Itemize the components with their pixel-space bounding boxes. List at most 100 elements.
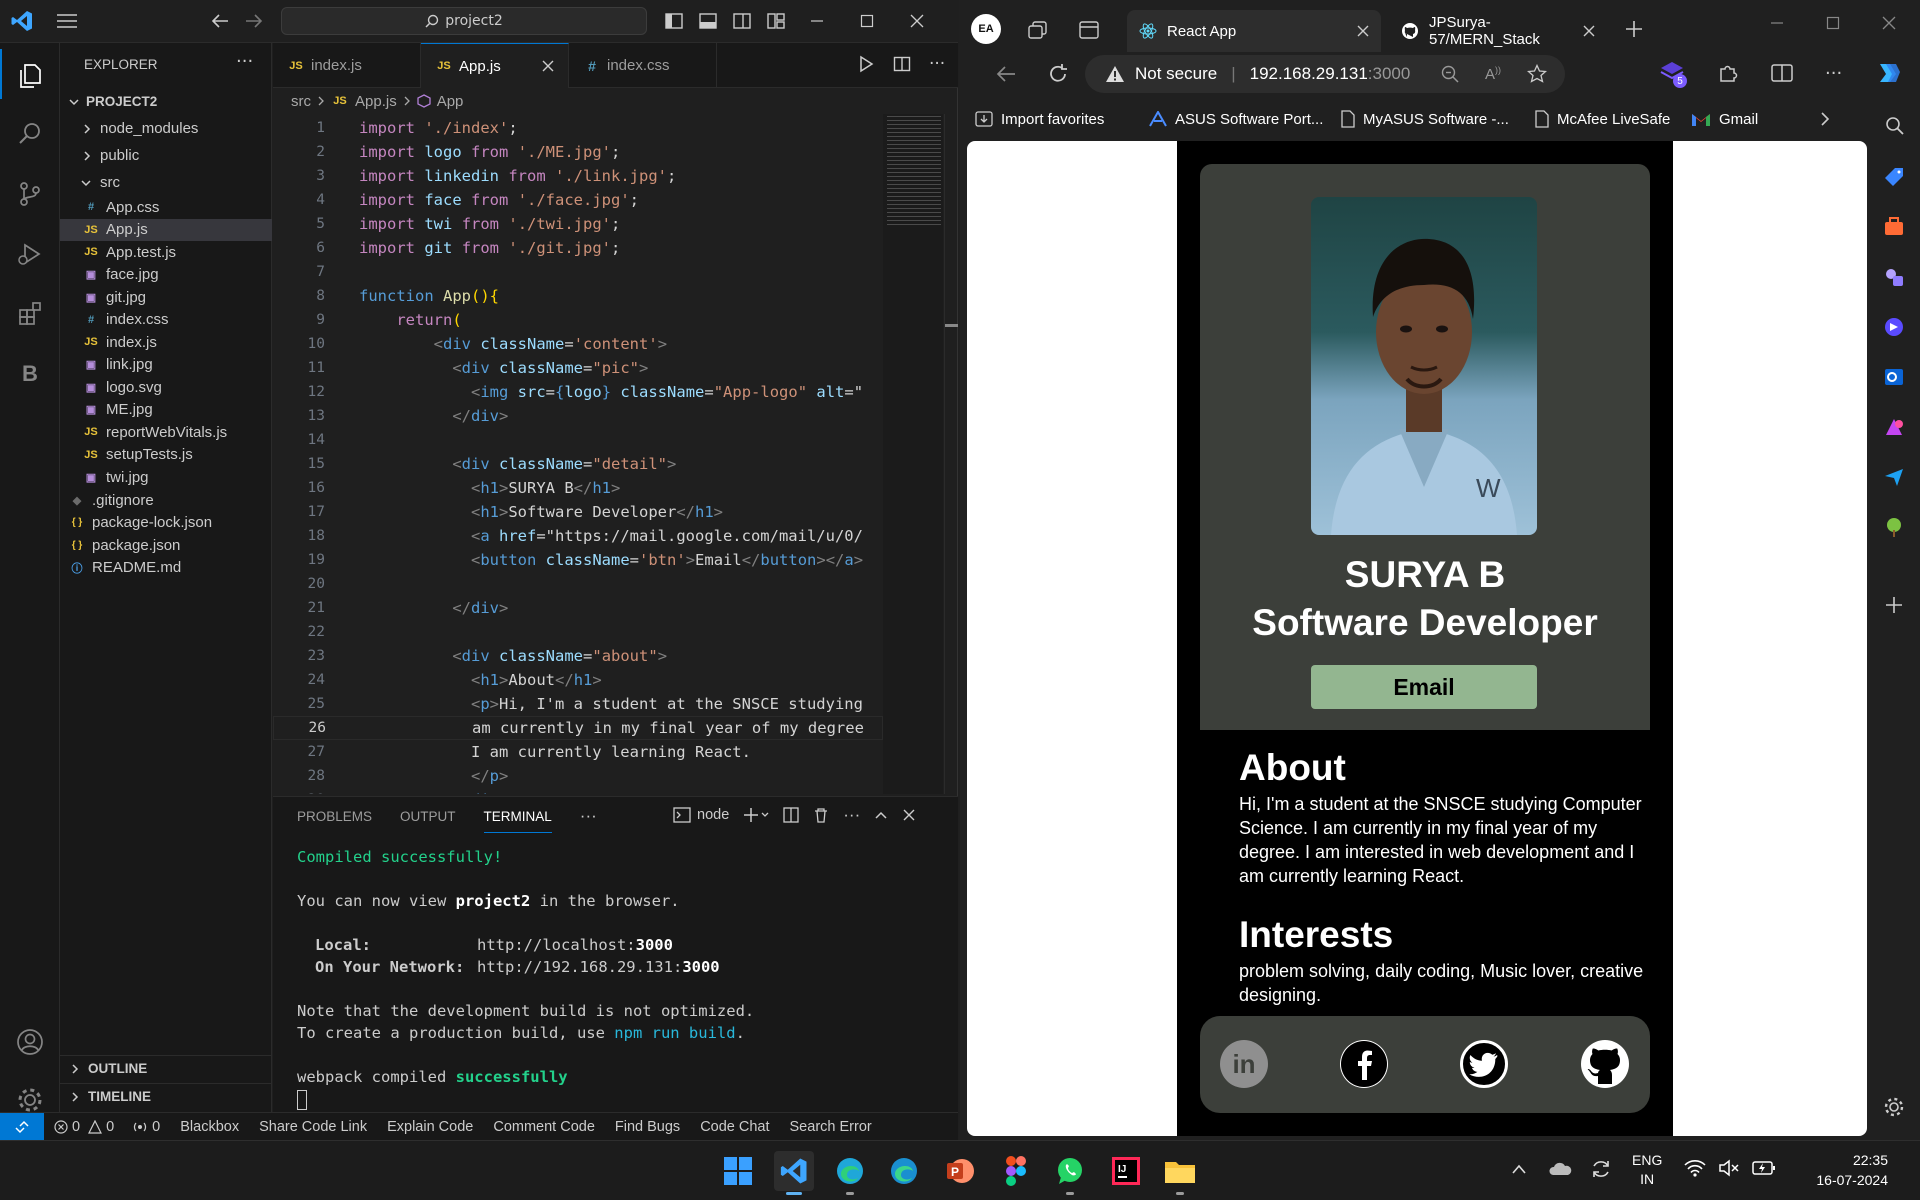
status-item-find-bugs[interactable]: Find Bugs xyxy=(615,1119,680,1135)
favorite-import[interactable]: Import favorites xyxy=(975,100,1104,138)
email-button[interactable]: Email xyxy=(1311,665,1537,709)
status-item-code-chat[interactable]: Code Chat xyxy=(700,1119,769,1135)
command-center-search[interactable]: project2 xyxy=(281,7,647,35)
code-line[interactable]: 14 xyxy=(273,428,883,452)
timeline-section[interactable]: TIMELINE xyxy=(60,1083,272,1110)
send-icon[interactable] xyxy=(1883,466,1905,488)
file-index-js[interactable]: JS index.js xyxy=(60,331,272,354)
close-icon[interactable] xyxy=(1861,16,1917,30)
quick-settings[interactable] xyxy=(1684,1159,1776,1177)
tab-react-app[interactable]: React App xyxy=(1127,10,1381,52)
terminal-shell-selector[interactable]: node xyxy=(673,807,729,823)
search-icon[interactable] xyxy=(0,107,60,161)
twitter-icon[interactable] xyxy=(1460,1040,1508,1088)
show-hidden-chevron-icon[interactable] xyxy=(1512,1163,1526,1175)
new-tab-icon[interactable] xyxy=(1625,20,1643,38)
taskbar-file-explorer-icon[interactable] xyxy=(1160,1151,1200,1195)
code-line[interactable]: 6 import git from './git.jpg'; xyxy=(273,236,883,260)
address-bar[interactable]: Not secure | 192.168.29.131 :3000 A)) xyxy=(1085,55,1565,93)
code-line[interactable]: 28 </p> xyxy=(273,764,883,788)
file-reportwebvitals-js[interactable]: JS reportWebVitals.js xyxy=(60,421,272,444)
copilot-sidebar-icon[interactable] xyxy=(1883,316,1905,338)
extension-copilot-icon[interactable]: 5 xyxy=(1659,60,1687,88)
run-icon[interactable] xyxy=(857,55,875,73)
code-line[interactable]: 9 return( xyxy=(273,308,883,332)
code-line[interactable]: 26 am currently in my final year of my d… xyxy=(273,716,883,740)
account-icon[interactable] xyxy=(0,1015,60,1069)
settings-gear-icon[interactable] xyxy=(1883,1096,1905,1118)
file-git-jpg[interactable]: ▣ git.jpg xyxy=(60,286,272,309)
close-panel-icon[interactable] xyxy=(902,808,916,822)
extensions-icon[interactable] xyxy=(0,287,60,341)
folder-node-modules[interactable]: node_modules xyxy=(60,115,272,142)
close-tab-icon[interactable] xyxy=(542,60,554,72)
tab-index-css[interactable]: # index.css xyxy=(569,43,717,88)
github-icon[interactable] xyxy=(1581,1040,1629,1088)
file-package-lock-json[interactable]: { } package-lock.json xyxy=(60,512,272,535)
customize-layout-icon[interactable] xyxy=(766,11,786,31)
trash-icon[interactable] xyxy=(813,807,829,823)
search-icon[interactable] xyxy=(1885,116,1905,136)
taskbar-whatsapp-icon[interactable] xyxy=(1050,1151,1090,1195)
more-actions-icon[interactable]: ··· xyxy=(580,806,597,826)
favorite-asus-portal[interactable]: ASUS Software Port... xyxy=(1149,100,1323,138)
favorites-overflow-chevron-icon[interactable] xyxy=(1819,100,1831,138)
code-line[interactable]: 27 I am currently learning React. xyxy=(273,740,883,764)
tree-icon[interactable] xyxy=(1883,516,1905,538)
taskbar-edge-icon[interactable] xyxy=(884,1151,924,1191)
file-me-jpg[interactable]: ▣ ME.jpg xyxy=(60,399,272,422)
tools-briefcase-icon[interactable] xyxy=(1883,216,1905,238)
code-line[interactable]: 19 <button className='btn'>Email</button… xyxy=(273,548,883,572)
facebook-icon[interactable] xyxy=(1340,1040,1388,1088)
code-line[interactable]: 29 </div> xyxy=(273,788,883,794)
close-tab-icon[interactable] xyxy=(1357,25,1369,37)
shopping-tag-icon[interactable] xyxy=(1883,166,1905,188)
code-line[interactable]: 24 <h1>About</h1> xyxy=(273,668,883,692)
code-line[interactable]: 17 <h1>Software Developer</h1> xyxy=(273,500,883,524)
file-link-jpg[interactable]: ▣ link.jpg xyxy=(60,354,272,377)
minimize-icon[interactable] xyxy=(1749,16,1805,30)
back-arrow-icon[interactable] xyxy=(995,64,1017,84)
sync-icon[interactable] xyxy=(1590,1158,1612,1180)
refresh-icon[interactable] xyxy=(1047,63,1069,85)
outlook-icon[interactable] xyxy=(1883,366,1905,388)
back-arrow-icon[interactable] xyxy=(210,12,230,30)
tab-problems[interactable]: PROBLEMS xyxy=(297,809,372,824)
code-line[interactable]: 25 <p>Hi, I'm a student at the SNSCE stu… xyxy=(273,692,883,716)
code-line[interactable]: 10 <div className='content'> xyxy=(273,332,883,356)
breadcrumb-item[interactable]: App.js xyxy=(355,93,397,110)
code-line[interactable]: 16 <h1>SURYA B</h1> xyxy=(273,476,883,500)
games-icon[interactable] xyxy=(1883,266,1905,288)
file-readme-md[interactable]: ⓘ README.md xyxy=(60,557,272,580)
language-indicator[interactable]: ENG IN xyxy=(1632,1151,1662,1189)
favorite-star-icon[interactable] xyxy=(1527,64,1547,84)
status-item-explain-code[interactable]: Explain Code xyxy=(387,1119,473,1135)
source-control-icon[interactable] xyxy=(0,167,60,221)
problems-status[interactable]: 0 0 xyxy=(54,1119,114,1135)
code-line[interactable]: 22 xyxy=(273,620,883,644)
favorite-myasus[interactable]: MyASUS Software -... xyxy=(1341,100,1509,138)
designer-icon[interactable] xyxy=(1883,416,1905,438)
code-line[interactable]: 13 </div> xyxy=(273,404,883,428)
ports-status[interactable]: 0 xyxy=(132,1119,160,1135)
linkedin-icon[interactable]: in xyxy=(1220,1040,1268,1088)
project-folder-header[interactable]: PROJECT2 xyxy=(60,88,272,115)
code-line[interactable]: 21 </div> xyxy=(273,596,883,620)
file-app-js[interactable]: JS App.js xyxy=(60,218,272,241)
more-menu-icon[interactable]: ··· xyxy=(1825,63,1842,84)
toggle-panel-icon[interactable] xyxy=(698,11,718,31)
code-line[interactable]: 7 xyxy=(273,260,883,284)
favorite-mcafee[interactable]: McAfee LiveSafe xyxy=(1535,100,1670,138)
favorite-gmail[interactable]: Gmail xyxy=(1691,100,1758,138)
split-terminal-icon[interactable] xyxy=(783,807,799,823)
more-actions-icon[interactable]: ··· xyxy=(236,51,253,72)
tab-app-js[interactable]: JS App.js xyxy=(421,43,569,88)
maximize-icon[interactable] xyxy=(842,8,892,34)
code-line[interactable]: 15 <div className="detail"> xyxy=(273,452,883,476)
code-line[interactable]: 11 <div className="pic"> xyxy=(273,356,883,380)
run-debug-icon[interactable] xyxy=(0,227,60,281)
code-line[interactable]: 4 import face from './face.jpg'; xyxy=(273,188,883,212)
maximize-panel-icon[interactable] xyxy=(874,808,888,822)
code-line[interactable]: 8 function App(){ xyxy=(273,284,883,308)
clock[interactable]: 22:35 16-07-2024 xyxy=(1776,1150,1888,1190)
